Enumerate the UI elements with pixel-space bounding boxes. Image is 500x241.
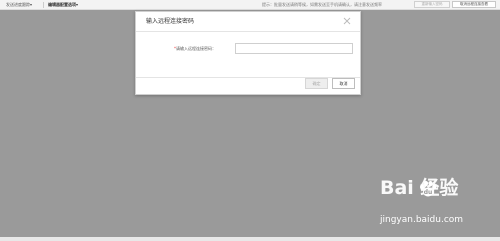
reenter-password-button[interactable]: 重新输入密码 bbox=[414, 1, 450, 8]
watermark-url: jingyan.baidu.com bbox=[380, 215, 464, 225]
cancel-button[interactable]: 取消 bbox=[332, 78, 355, 89]
remote-password-dialog: 输入远程连接密码 *请输入远程连接密码： 确定 取消 bbox=[135, 11, 361, 95]
svg-text:du: du bbox=[424, 189, 433, 196]
toolbar-divider bbox=[43, 2, 44, 8]
menu-send-progress[interactable]: 发送进度跟踪▾ bbox=[6, 1, 32, 8]
dialog-footer: 确定 取消 bbox=[136, 78, 360, 96]
paw-icon: du bbox=[420, 180, 437, 197]
password-label-text: 请输入远程连接密码： bbox=[176, 46, 216, 51]
confirm-button[interactable]: 确定 bbox=[305, 78, 328, 89]
baidu-jingyan-watermark: Bai 经验 du jingyan.baidu.com bbox=[380, 176, 496, 236]
toolbar-notice: 提示：批量发送请稍等候，如需发送至手机请确认，请注意发送频率 bbox=[262, 2, 382, 7]
cancel-remote-view-button[interactable]: 取消远程连接查看 bbox=[452, 1, 496, 8]
bottom-scrollbar[interactable] bbox=[0, 237, 500, 241]
menu-editor-config[interactable]: 编辑器配置选项▾ bbox=[48, 1, 78, 8]
close-icon[interactable] bbox=[342, 16, 352, 26]
remote-password-input[interactable] bbox=[235, 43, 353, 54]
dialog-header: 输入远程连接密码 bbox=[136, 12, 360, 32]
dialog-title: 输入远程连接密码 bbox=[146, 18, 195, 25]
password-field-label: *请输入远程连接密码： bbox=[174, 45, 216, 52]
dialog-body: *请输入远程连接密码： bbox=[136, 32, 360, 78]
top-toolbar: 发送进度跟踪▾ 编辑器配置选项▾ 提示：批量发送请稍等候，如需发送至手机请确认，… bbox=[0, 0, 500, 10]
